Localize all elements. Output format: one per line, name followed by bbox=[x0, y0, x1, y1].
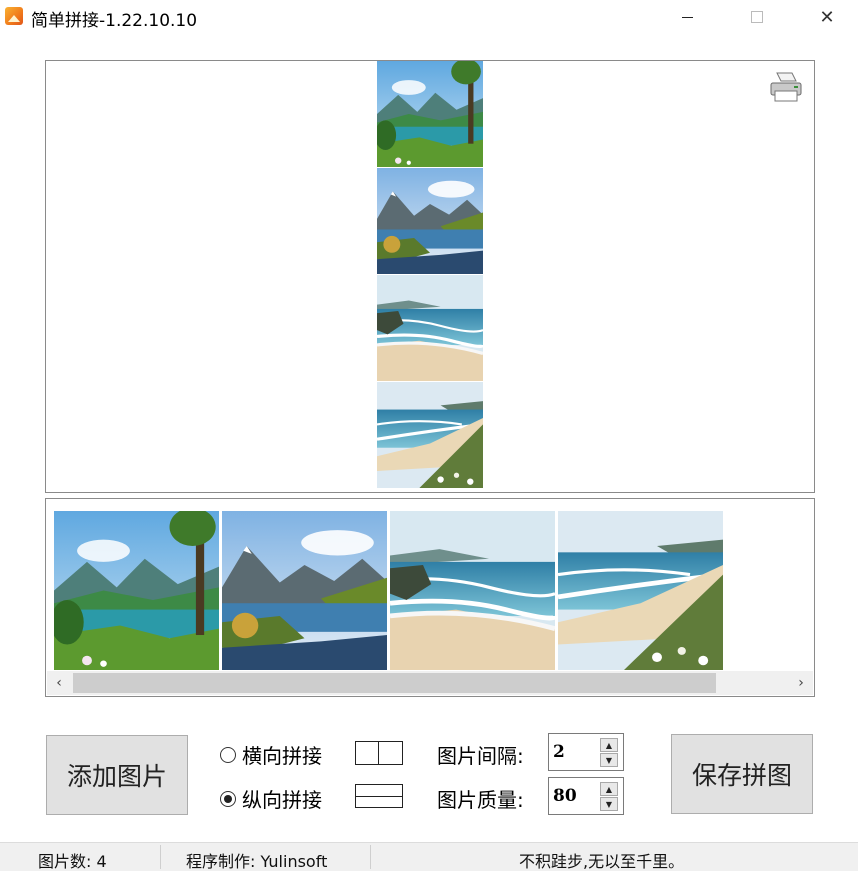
quality-down-button[interactable]: ▼ bbox=[600, 797, 618, 811]
horizontal-radio[interactable] bbox=[220, 746, 236, 763]
image-count: 图片数: 4 bbox=[38, 852, 107, 871]
motto-text: 不积跬步,无以至千里。 bbox=[519, 852, 685, 871]
vertical-layout-icon bbox=[355, 784, 403, 808]
quality-spinner[interactable]: 80 ▲ ▼ bbox=[548, 777, 624, 815]
lake-image bbox=[377, 61, 483, 167]
status-divider bbox=[160, 845, 161, 869]
thumbnail-item[interactable] bbox=[390, 511, 555, 670]
printer-icon[interactable] bbox=[768, 71, 804, 105]
preview-panel bbox=[45, 60, 815, 493]
thumbnail-strip[interactable]: ‹ › bbox=[45, 498, 815, 697]
thumbnail-item[interactable] bbox=[558, 511, 723, 670]
lake-thumbnail bbox=[54, 511, 219, 670]
preview-tile bbox=[377, 61, 483, 167]
preview-tile bbox=[377, 275, 483, 381]
thumbnail-item[interactable] bbox=[222, 511, 387, 670]
close-button[interactable]: ✕ bbox=[804, 0, 850, 34]
gap-down-button[interactable]: ▼ bbox=[600, 753, 618, 767]
thumbnail-row bbox=[54, 511, 723, 670]
vertical-mode-option[interactable]: 纵向拼接 bbox=[220, 784, 322, 813]
river-thumbnail bbox=[222, 511, 387, 670]
horizontal-label: 横向拼接 bbox=[242, 744, 322, 768]
river-image bbox=[377, 168, 483, 274]
window-title: 简单拼接-1.22.10.10 bbox=[31, 11, 198, 31]
scroll-left-icon[interactable]: ‹ bbox=[47, 671, 71, 695]
scrollbar-thumb[interactable] bbox=[73, 673, 716, 693]
minimize-button[interactable] bbox=[664, 0, 710, 34]
maximize-button[interactable] bbox=[734, 0, 780, 34]
add-images-button[interactable]: 添加图片 bbox=[46, 735, 188, 815]
quality-value[interactable]: 80 bbox=[553, 786, 577, 806]
coast-image bbox=[377, 382, 483, 488]
vertical-radio[interactable] bbox=[220, 790, 236, 807]
author-credit: 程序制作: Yulinsoft bbox=[186, 852, 328, 871]
gap-up-button[interactable]: ▲ bbox=[600, 738, 618, 752]
gap-label: 图片间隔: bbox=[437, 744, 524, 768]
stitched-preview bbox=[377, 61, 483, 489]
coast-thumbnail bbox=[558, 511, 723, 670]
vertical-label: 纵向拼接 bbox=[242, 788, 322, 812]
quality-up-button[interactable]: ▲ bbox=[600, 782, 618, 796]
close-icon: ✕ bbox=[819, 6, 835, 28]
horizontal-layout-icon bbox=[355, 741, 403, 765]
title-bar: 简单拼接-1.22.10.10 ✕ bbox=[0, 0, 858, 34]
horizontal-mode-option[interactable]: 横向拼接 bbox=[220, 740, 322, 769]
preview-tile bbox=[377, 382, 483, 488]
app-icon bbox=[5, 7, 23, 25]
status-bar: 图片数: 4 程序制作: Yulinsoft 不积跬步,无以至千里。 bbox=[0, 842, 858, 871]
preview-tile bbox=[377, 168, 483, 274]
save-collage-button[interactable]: 保存拼图 bbox=[671, 734, 813, 814]
thumbnail-item[interactable] bbox=[54, 511, 219, 670]
beach-image bbox=[377, 275, 483, 381]
maximize-icon bbox=[751, 11, 763, 23]
gap-value[interactable]: 2 bbox=[553, 742, 565, 762]
scroll-right-icon[interactable]: › bbox=[789, 671, 813, 695]
beach-thumbnail bbox=[390, 511, 555, 670]
status-divider bbox=[370, 845, 371, 869]
horizontal-scrollbar[interactable]: ‹ › bbox=[47, 671, 813, 695]
quality-label: 图片质量: bbox=[437, 788, 524, 812]
gap-spinner[interactable]: 2 ▲ ▼ bbox=[548, 733, 624, 771]
minimize-icon bbox=[681, 16, 693, 18]
